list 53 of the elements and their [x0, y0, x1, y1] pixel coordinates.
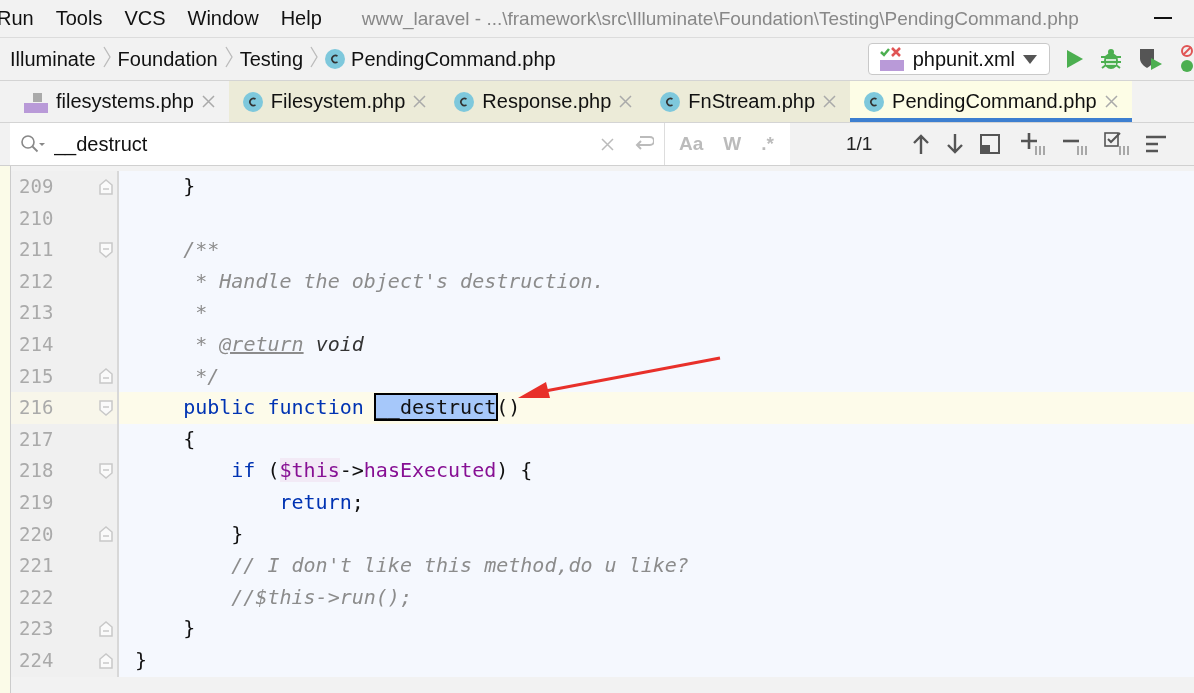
menu-item[interactable]: VCS: [124, 7, 166, 30]
window-title: www_laravel - ...\framework\src\Illuminate\Foundation\Testing\PendingCommand.php: [361, 7, 1080, 30]
close-icon[interactable]: [1104, 95, 1118, 108]
editor-tab[interactable]: Response.php: [440, 81, 647, 122]
class-icon: [242, 91, 263, 112]
chevron-icon: [309, 44, 320, 69]
php-test-icon: [878, 46, 905, 72]
menu-item[interactable]: Window: [187, 7, 259, 30]
editor-tab[interactable]: Filesystem.php: [228, 81, 441, 122]
breadcrumb-item[interactable]: PendingCommand.php: [325, 47, 556, 71]
search-icon: [20, 134, 46, 154]
coverage-button[interactable]: [1138, 47, 1164, 71]
run-button[interactable]: [1066, 49, 1084, 69]
menu-item[interactable]: Help: [280, 7, 322, 30]
next-match-button[interactable]: [946, 134, 965, 154]
breadcrumb-item[interactable]: Testing: [239, 47, 304, 71]
fold-icon[interactable]: [99, 621, 113, 638]
class-icon: [864, 91, 885, 112]
editor-tab[interactable]: PendingCommand.php: [850, 81, 1132, 122]
fold-icon[interactable]: [99, 526, 113, 543]
close-icon[interactable]: [823, 95, 837, 108]
fold-icon[interactable]: [99, 463, 113, 480]
search-field[interactable]: __destruct: [10, 123, 664, 165]
previous-match-button[interactable]: [912, 134, 931, 154]
chevron-icon: [223, 44, 234, 69]
editor-tab[interactable]: FnStream.php: [646, 81, 851, 122]
match-count: 1/1: [846, 133, 873, 155]
close-icon[interactable]: [201, 95, 215, 108]
fold-icon[interactable]: [99, 652, 113, 669]
fold-icon[interactable]: [99, 242, 113, 258]
php-file-icon: [24, 90, 48, 113]
clear-icon[interactable]: [601, 137, 614, 151]
caret-icon: [1023, 54, 1037, 64]
fold-icon[interactable]: [99, 368, 113, 385]
line-number: 216: [11, 392, 95, 424]
class-icon: [454, 91, 475, 112]
fold-icon[interactable]: [99, 399, 113, 416]
select-all-button[interactable]: [1104, 132, 1131, 156]
filter-icon[interactable]: [1146, 134, 1167, 154]
menu-item[interactable]: Tools: [55, 7, 103, 30]
class-icon: [325, 49, 346, 69]
window-icon[interactable]: [980, 134, 1001, 154]
breadcrumb-item[interactable]: Illuminate: [10, 47, 96, 71]
close-icon[interactable]: [619, 95, 633, 108]
run-configuration-dropdown[interactable]: phpunit.xml: [867, 43, 1050, 75]
breadcrumb-item[interactable]: Foundation: [117, 47, 218, 71]
close-icon[interactable]: [413, 95, 427, 108]
add-selection-button[interactable]: [1020, 132, 1047, 156]
class-icon: [660, 91, 681, 112]
debug-button[interactable]: [1100, 48, 1122, 70]
fold-icon[interactable]: [99, 178, 113, 195]
bug-stop-icon[interactable]: [1180, 45, 1194, 73]
chevron-icon: [101, 44, 112, 69]
